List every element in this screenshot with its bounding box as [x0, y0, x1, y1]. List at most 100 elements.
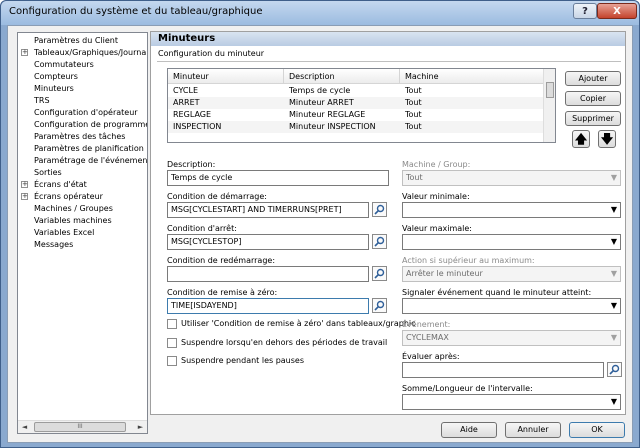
chevron-down-icon[interactable]: ▼ — [611, 235, 617, 249]
use-reset-condition-label: Utiliser 'Condition de remise à zéro' da… — [181, 319, 416, 328]
tree-item-label: Variables machines — [34, 216, 112, 225]
add-button[interactable]: Ajouter — [565, 71, 621, 86]
expand-icon[interactable]: + — [21, 49, 28, 56]
magnifier-icon — [374, 300, 385, 311]
divider — [157, 61, 621, 62]
table-row[interactable]: INSPECTION Minuteur INSPECTION Tout — [168, 121, 544, 133]
expand-icon[interactable]: + — [21, 193, 28, 200]
suspend-outside-periods-label: Suspendre lorsqu'en dehors des périodes … — [181, 338, 388, 347]
overflow-action-value: Arrêter le minuteur — [406, 269, 483, 278]
table-cell: Minuteur INSPECTION — [289, 122, 376, 131]
chevron-down-icon[interactable]: ▼ — [611, 395, 617, 409]
expand-icon[interactable]: + — [21, 181, 28, 188]
settings-tree[interactable]: Paramètres du Client + Tableaux/Graphique… — [17, 32, 148, 434]
table-cell: REGLAGE — [173, 110, 212, 119]
scroll-left-icon[interactable]: ◄ — [18, 421, 31, 433]
reset-condition-label: Condition de remise à zéro: — [167, 288, 278, 297]
table-cell: Minuteur ARRET — [289, 98, 354, 107]
tree-item-label: Sorties — [34, 168, 62, 177]
chevron-down-icon: ▼ — [610, 173, 617, 182]
evaluate-after-field[interactable] — [402, 362, 604, 378]
stop-condition-lookup[interactable] — [372, 234, 387, 249]
help-button[interactable]: Aide — [441, 422, 497, 438]
ok-button[interactable]: OK — [569, 422, 625, 438]
column-header-timer[interactable]: Minuteur — [168, 69, 284, 84]
overflow-action-label: Action si supérieur au maximum: — [402, 256, 535, 265]
close-button[interactable]: X — [597, 3, 637, 19]
tree-item-label: Écrans d'état — [34, 180, 87, 189]
restart-condition-field[interactable] — [167, 266, 369, 282]
description-label: Description: — [167, 160, 216, 169]
table-header: Minuteur Description Machine — [168, 69, 544, 84]
table-cell: CYCLE — [173, 86, 198, 95]
panel-title: Minuteurs — [158, 33, 216, 44]
dialog-window: Configuration du système et du tableau/g… — [0, 0, 640, 448]
min-value-select[interactable]: ▼ — [402, 202, 621, 218]
tree-item-label: Minuteurs — [34, 84, 74, 93]
table-row[interactable]: CYCLE Temps de cycle Tout — [168, 85, 544, 97]
start-condition-lookup[interactable] — [372, 202, 387, 217]
reset-condition-field[interactable]: TIME[ISDAYEND] — [167, 298, 369, 314]
tree-item-label: Configuration d'opérateur — [34, 108, 138, 117]
title-bar[interactable]: Configuration du système et du tableau/g… — [1, 1, 639, 25]
stop-condition-field[interactable]: MSG[CYCLESTOP] — [167, 234, 369, 250]
table-cell: Tout — [405, 86, 422, 95]
table-cell: Minuteur REGLAGE — [289, 110, 366, 119]
move-down-icon[interactable]: 🡇 — [598, 130, 616, 148]
chevron-down-icon: ▼ — [610, 269, 617, 278]
description-field[interactable]: Temps de cycle — [167, 170, 389, 186]
window-title: Configuration du système et du tableau/g… — [9, 6, 263, 17]
tree-item-label: Paramètres des tâches — [34, 132, 126, 141]
suspend-pauses-checkbox[interactable] — [167, 356, 177, 366]
event-value: CYCLEMAX — [406, 333, 449, 342]
move-up-icon[interactable]: 🡅 — [572, 130, 590, 148]
chevron-down-icon[interactable]: ▼ — [611, 299, 617, 313]
tree-item-label: Variables Excel — [34, 228, 95, 237]
tree-item-label: TRS — [34, 96, 50, 105]
tree-item-label: Tableaux/Graphiques/Journa — [34, 48, 147, 57]
tree-item-label: Commutateurs — [34, 60, 94, 69]
column-header-description[interactable]: Description — [284, 69, 400, 84]
delete-button[interactable]: Supprimer — [565, 111, 621, 126]
start-condition-field[interactable]: MSG[CYCLESTART] AND TIMERRUNS[PRET] — [167, 202, 369, 218]
restart-condition-lookup[interactable] — [372, 266, 387, 281]
table-cell: Tout — [405, 122, 422, 131]
tree-item-label: Machines / Groupes — [34, 204, 113, 213]
chevron-down-icon[interactable]: ▼ — [611, 203, 617, 217]
signal-event-label: Signaler événement quand le minuteur att… — [402, 288, 592, 297]
chevron-down-icon: ▼ — [610, 333, 617, 342]
table-cell: ARRET — [173, 98, 200, 107]
magnifier-icon — [609, 364, 620, 375]
use-reset-condition-checkbox[interactable] — [167, 319, 177, 329]
evaluate-after-lookup[interactable] — [607, 362, 622, 377]
max-value-label: Valeur maximale: — [402, 224, 472, 233]
table-row[interactable]: REGLAGE Minuteur REGLAGE Tout — [168, 109, 544, 121]
min-value-label: Valeur minimale: — [402, 192, 470, 201]
timers-table[interactable]: Minuteur Description Machine CYCLE Temps… — [167, 68, 556, 143]
magnifier-icon — [374, 204, 385, 215]
tree-item-label: Configuration de programme — [34, 120, 148, 129]
max-value-select[interactable]: ▼ — [402, 234, 621, 250]
tree-horizontal-scrollbar[interactable]: ◄ III ► — [18, 420, 147, 433]
event-select: CYCLEMAX ▼ — [402, 330, 621, 346]
signal-event-select[interactable]: ▼ — [402, 298, 621, 314]
copy-button[interactable]: Copier — [565, 91, 621, 106]
scroll-thumb[interactable]: III — [34, 422, 126, 432]
scroll-thumb[interactable] — [546, 82, 554, 98]
overflow-action-select: Arrêter le minuteur ▼ — [402, 266, 621, 282]
reset-condition-lookup[interactable] — [372, 298, 387, 313]
event-label: Événement: — [402, 320, 451, 329]
table-cell: Temps de cycle — [289, 86, 351, 95]
table-vertical-scrollbar[interactable] — [543, 69, 555, 142]
table-cell: Tout — [405, 98, 422, 107]
table-row[interactable]: ARRET Minuteur ARRET Tout — [168, 97, 544, 109]
dialog-client-area: Paramètres du Client + Tableaux/Graphique… — [7, 25, 633, 443]
interval-sum-select[interactable]: ▼ — [402, 394, 621, 410]
column-header-machine[interactable]: Machine — [400, 69, 544, 84]
table-cell: Tout — [405, 110, 422, 119]
suspend-outside-periods-checkbox[interactable] — [167, 338, 177, 348]
scroll-right-icon[interactable]: ► — [134, 421, 147, 433]
table-cell: INSPECTION — [173, 122, 222, 131]
help-title-button[interactable]: ? — [573, 3, 597, 19]
cancel-button[interactable]: Annuler — [505, 422, 561, 438]
